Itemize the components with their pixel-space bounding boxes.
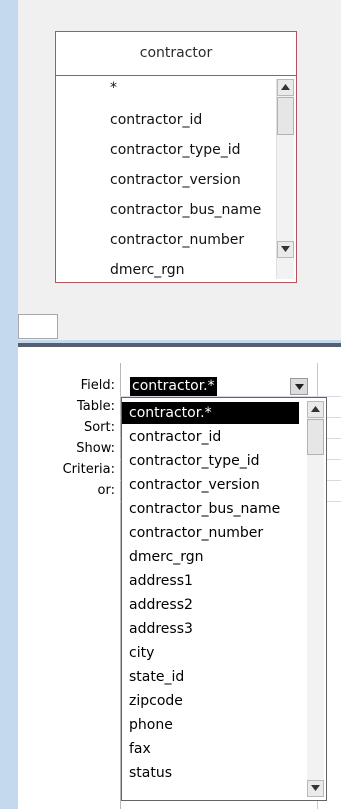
dropdown-option[interactable]: address3: [122, 618, 299, 640]
table-title[interactable]: contractor: [56, 32, 296, 76]
dropdown-option[interactable]: address2: [122, 594, 299, 616]
arrow-down-icon: [281, 246, 290, 252]
field-dropdown-list[interactable]: contractor.* contractor_id contractor_ty…: [121, 397, 327, 801]
dropdown-option[interactable]: contractor_id: [122, 426, 299, 448]
field-list-item[interactable]: contractor_number: [110, 232, 275, 248]
dropdown-option[interactable]: contractor_bus_name: [122, 498, 299, 520]
field-list-item[interactable]: contractor_id: [110, 112, 275, 128]
arrow-up-icon: [281, 84, 290, 90]
design-pane-hscroll[interactable]: [18, 306, 341, 340]
chevron-down-icon: [294, 384, 304, 390]
dropdown-option[interactable]: fax: [122, 738, 299, 760]
table-field-list[interactable]: contractor * contractor_id contractor_ty…: [55, 31, 297, 283]
row-label-show: Show:: [76, 441, 115, 456]
arrow-down-icon: [311, 785, 320, 791]
dropdown-option[interactable]: state_id: [122, 666, 299, 688]
field-list-scrollbar[interactable]: [276, 79, 294, 279]
field-combo[interactable]: contractor.*: [128, 377, 340, 396]
field-list-item[interactable]: dmerc_rgn: [110, 262, 275, 278]
query-design-pane: contractor * contractor_id contractor_ty…: [18, 0, 341, 306]
dropdown-option[interactable]: dmerc_rgn: [122, 546, 299, 568]
dropdown-scrollbar[interactable]: [307, 401, 324, 797]
row-label-table: Table:: [77, 399, 115, 414]
hscroll-box[interactable]: [18, 314, 58, 339]
scroll-thumb[interactable]: [277, 97, 294, 135]
dropdown-scroll-up-button[interactable]: [307, 401, 324, 418]
scroll-down-button[interactable]: [277, 241, 294, 258]
row-label-sort: Sort:: [83, 420, 115, 435]
row-label-or: or:: [97, 483, 115, 498]
field-combo-button[interactable]: [290, 378, 308, 395]
dropdown-option[interactable]: contractor.*: [122, 402, 299, 424]
row-label-criteria: Criteria:: [62, 462, 115, 477]
dropdown-option[interactable]: city: [122, 642, 299, 664]
arrow-up-icon: [311, 406, 320, 412]
dropdown-option[interactable]: contractor_version: [122, 474, 299, 496]
dropdown-option[interactable]: zipcode: [122, 690, 299, 712]
scroll-up-button[interactable]: [277, 79, 294, 96]
field-list-item[interactable]: contractor_version: [110, 172, 275, 188]
field-list-item[interactable]: contractor_type_id: [110, 142, 275, 158]
dropdown-option[interactable]: contractor_number: [122, 522, 299, 544]
dropdown-option[interactable]: address1: [122, 570, 299, 592]
field-list-item[interactable]: *: [110, 80, 275, 96]
dropdown-option[interactable]: contractor_type_id: [122, 450, 299, 472]
field-combo-value[interactable]: contractor.*: [130, 377, 217, 396]
field-list-item[interactable]: contractor_bus_name: [110, 202, 275, 218]
field-list: * contractor_id contractor_type_id contr…: [56, 76, 296, 282]
dropdown-option[interactable]: status: [122, 762, 299, 784]
dropdown-scroll-thumb[interactable]: [307, 419, 324, 455]
dropdown-scroll-down-button[interactable]: [307, 780, 324, 797]
row-label-field: Field:: [80, 378, 115, 393]
dropdown-option[interactable]: phone: [122, 714, 299, 736]
